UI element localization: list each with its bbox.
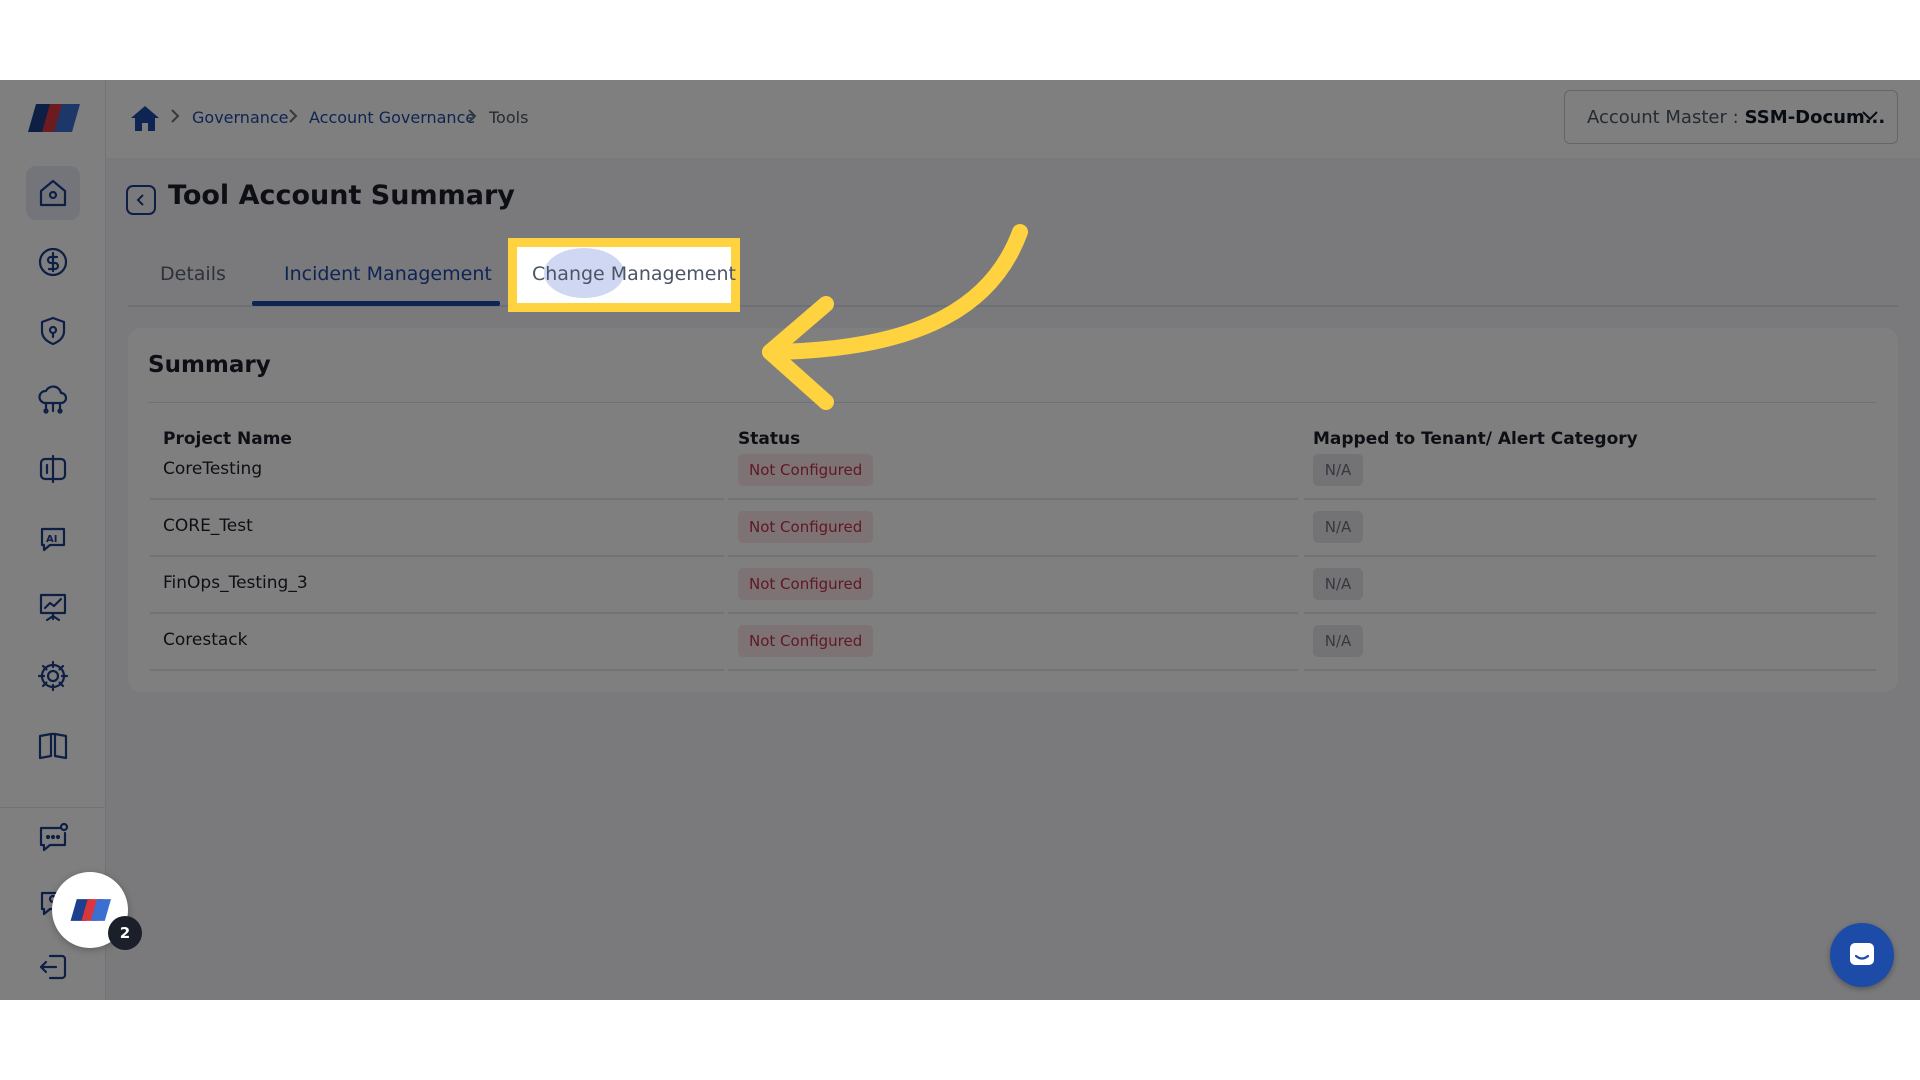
tab-details[interactable]: Details	[160, 263, 226, 285]
project-name-cell: FinOps_Testing_3	[163, 573, 308, 593]
project-name-cell: Corestack	[163, 630, 248, 650]
compare-icon	[39, 454, 67, 484]
table-row: CORE_Test Not Configured N/A	[150, 503, 1876, 560]
sidebar-item-security[interactable]	[26, 304, 80, 358]
mapped-badge: N/A	[1313, 511, 1363, 543]
sidebar-item-home[interactable]	[26, 166, 80, 220]
account-master-select[interactable]: Account Master : SSM-Docum...	[1564, 90, 1898, 144]
chevron-left-icon	[136, 194, 144, 206]
row-divider	[150, 498, 724, 500]
table-row: CoreTesting Not Configured N/A	[150, 446, 1876, 503]
feedback-chat-icon	[39, 822, 69, 852]
status-badge: Not Configured	[738, 625, 874, 657]
top-bar: Governance Account Governance Tools Acco…	[106, 80, 1920, 158]
home-icon	[39, 179, 67, 207]
summary-title: Summary	[148, 352, 271, 378]
app-logo[interactable]	[26, 100, 80, 136]
row-divider	[728, 498, 1298, 500]
svg-text:AI: AI	[46, 534, 57, 545]
row-divider	[150, 669, 724, 671]
table-row: Corestack Not Configured N/A	[150, 617, 1876, 674]
status-badge: Not Configured	[738, 511, 874, 543]
cloud-network-icon	[38, 385, 68, 414]
page-title: Tool Account Summary	[168, 180, 515, 211]
row-divider	[150, 555, 724, 557]
mapped-badge: N/A	[1313, 568, 1363, 600]
chat-icon	[1850, 943, 1874, 965]
sidebar-item-settings[interactable]	[26, 649, 80, 703]
sidebar-item-compare[interactable]	[26, 442, 80, 496]
breadcrumb-tools: Tools	[489, 108, 529, 127]
mapped-badge: N/A	[1313, 454, 1363, 486]
settings-gear-icon	[37, 660, 69, 692]
breadcrumb-governance[interactable]: Governance	[192, 108, 289, 127]
sidebar-item-reports[interactable]	[26, 580, 80, 634]
chevron-right-icon	[468, 109, 477, 123]
annotation-arrow-icon	[762, 224, 1028, 410]
sidebar-item-logout[interactable]	[26, 940, 80, 994]
row-divider	[728, 669, 1298, 671]
row-divider	[150, 612, 724, 614]
project-name-cell: CoreTesting	[163, 459, 263, 479]
chevron-right-icon	[289, 109, 298, 123]
row-divider	[1304, 555, 1876, 557]
row-divider	[728, 612, 1298, 614]
sidebar-item-cloud[interactable]	[26, 373, 80, 427]
sidebar-item-docs[interactable]	[26, 718, 80, 772]
sidebar-item-billing[interactable]	[26, 235, 80, 289]
row-divider	[1304, 612, 1876, 614]
row-divider	[1304, 669, 1876, 671]
notification-count-badge: 2	[108, 916, 142, 950]
chevron-down-icon	[1862, 111, 1878, 121]
sidebar: AI	[0, 80, 106, 1000]
chat-support-button[interactable]	[1830, 923, 1894, 987]
presentation-chart-icon	[39, 593, 67, 622]
app-screen: AI Governance Account Governance Tools A…	[0, 80, 1920, 1000]
status-badge: Not Configured	[738, 454, 874, 486]
row-divider	[1304, 498, 1876, 500]
chevron-right-icon	[171, 109, 180, 123]
security-shield-icon	[40, 316, 66, 346]
row-divider	[728, 555, 1298, 557]
project-name-cell: CORE_Test	[163, 516, 253, 536]
billing-icon	[38, 247, 68, 277]
breadcrumb-account-governance[interactable]: Account Governance	[309, 108, 475, 127]
sidebar-item-ai[interactable]: AI	[26, 511, 80, 565]
account-master-label: Account Master :	[1587, 106, 1739, 128]
table-row: FinOps_Testing_3 Not Configured N/A	[150, 560, 1876, 617]
mapped-badge: N/A	[1313, 625, 1363, 657]
sidebar-item-feedback[interactable]	[26, 811, 80, 865]
sidebar-divider	[0, 807, 106, 808]
logout-icon	[39, 954, 67, 980]
ai-chat-icon: AI	[40, 527, 66, 552]
active-tab-indicator	[252, 301, 500, 306]
breadcrumb-home-icon[interactable]	[130, 104, 160, 132]
tab-change-management[interactable]: Change Management	[532, 263, 736, 285]
status-badge: Not Configured	[738, 568, 874, 600]
app-logo-icon	[70, 899, 111, 921]
book-icon	[38, 732, 68, 760]
tab-incident-management[interactable]: Incident Management	[284, 263, 492, 285]
back-button[interactable]	[126, 185, 156, 215]
